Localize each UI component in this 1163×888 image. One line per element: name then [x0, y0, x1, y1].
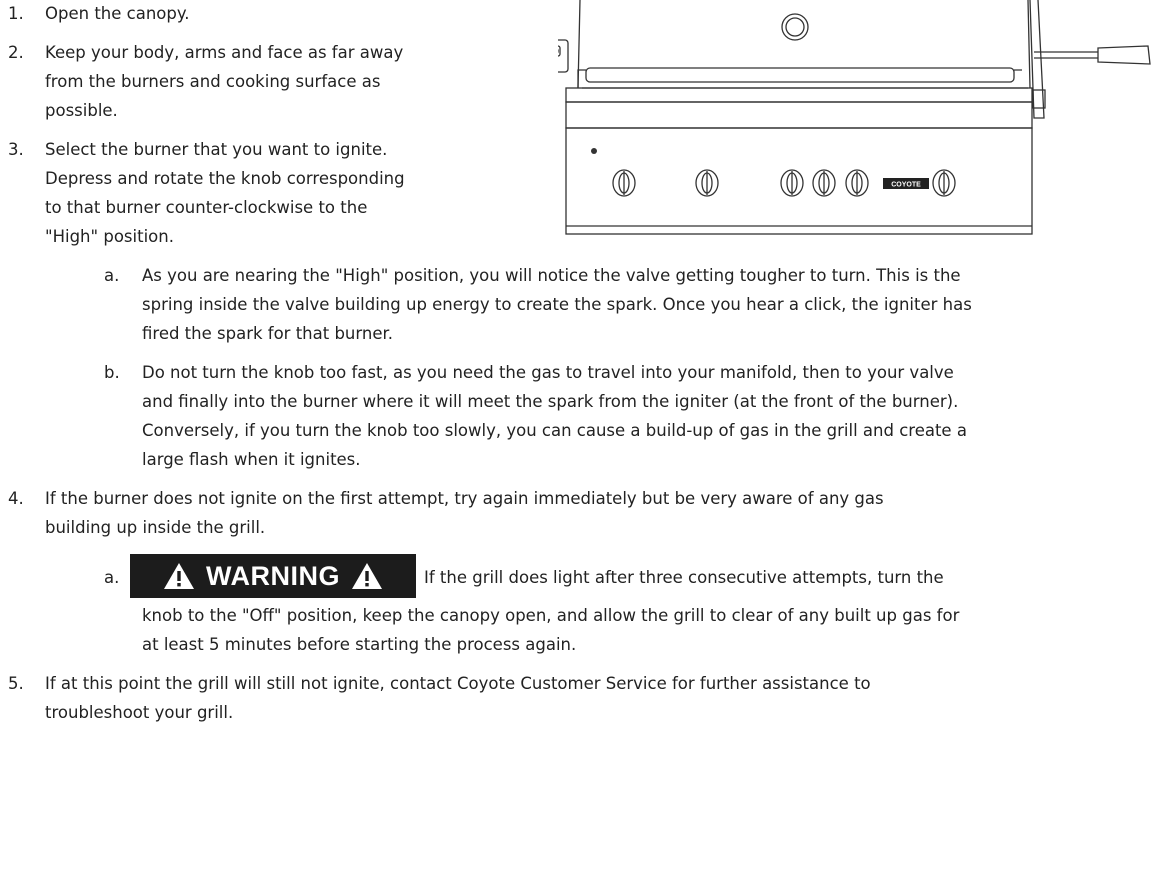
step-3a-letter: a.	[104, 266, 120, 285]
warning-triangle-icon	[352, 563, 382, 589]
step-3a-text-line-3: fired the spark for that burner.	[142, 324, 394, 343]
step-5-text-line-1: If at this point the grill will still no…	[45, 674, 871, 693]
step-2-text-line-2: from the burners and cooking surface as	[45, 72, 381, 91]
step-3-number: 3.	[8, 140, 24, 159]
step-4a-text-line-1: If the grill does light after three cons…	[424, 568, 944, 587]
step-3-text-line-4: "High" position.	[45, 227, 174, 246]
step-3b-text-line-1: Do not turn the knob too fast, as you ne…	[142, 363, 954, 382]
step-1-number: 1.	[8, 4, 24, 23]
step-3a-text-line-1: As you are nearing the "High" position, …	[142, 266, 961, 285]
step-2-number: 2.	[8, 43, 24, 62]
step-4a-letter: a.	[104, 568, 120, 587]
step-2-text-line-1: Keep your body, arms and face as far awa…	[45, 43, 404, 62]
warning-label: WARNING	[206, 560, 340, 591]
warning-banner: WARNING	[130, 554, 416, 598]
step-3-text-line-2: Depress and rotate the knob correspondin…	[45, 169, 405, 188]
step-2-text-line-3: possible.	[45, 101, 118, 120]
grill-brand-label: COYOTE	[891, 182, 921, 189]
step-3-text-line-3: to that burner counter-clockwise to the	[45, 198, 368, 217]
grill-illustration: COYOTE	[558, 0, 1151, 235]
step-4a-text-line-3: at least 5 minutes before starting the p…	[142, 635, 577, 654]
warning-triangle-icon	[164, 563, 194, 589]
step-4a-text-line-2: knob to the "Off" position, keep the can…	[142, 606, 960, 625]
step-5-number: 5.	[8, 674, 24, 693]
step-3b-text-line-3: Conversely, if you turn the knob too slo…	[142, 421, 967, 440]
step-3b-text-line-4: large flash when it ignites.	[142, 450, 361, 469]
step-3a-text-line-2: spring inside the valve building up ener…	[142, 295, 972, 314]
step-5-text-line-2: troubleshoot your grill.	[45, 703, 234, 722]
step-4-number: 4.	[8, 489, 24, 508]
step-1-text: Open the canopy.	[45, 4, 190, 23]
step-3b-letter: b.	[104, 363, 120, 382]
step-3b-text-line-2: and finally into the burner where it wil…	[142, 392, 959, 411]
step-3-text-line-1: Select the burner that you want to ignit…	[45, 140, 388, 159]
step-4-text-line-1: If the burner does not ignite on the fir…	[45, 489, 884, 508]
step-4-text-line-2: building up inside the grill.	[45, 518, 266, 537]
